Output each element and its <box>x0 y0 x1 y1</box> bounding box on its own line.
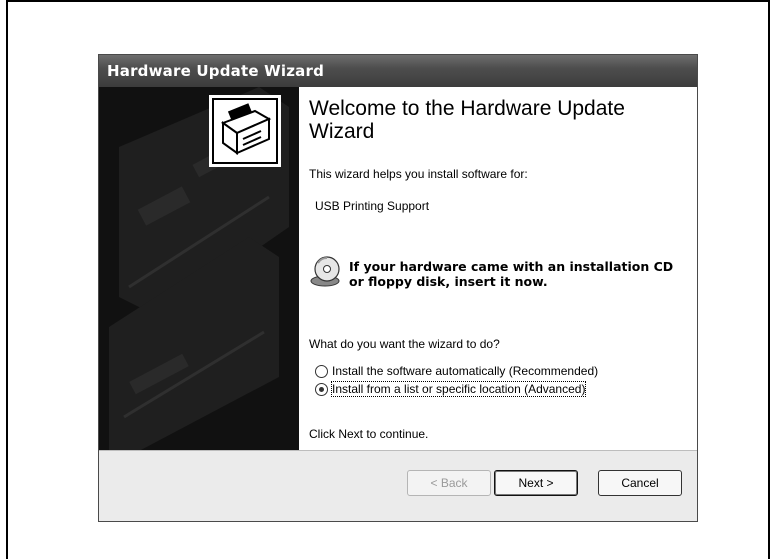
page-frame: Hardware Update Wizard Welcome to the Ha… <box>6 0 770 559</box>
hardware-box-icon <box>209 95 281 167</box>
title-bar[interactable]: Hardware Update Wizard <box>99 55 697 87</box>
wizard-button-bar: < Back Next > Cancel <box>99 450 697 521</box>
radio-advanced[interactable] <box>315 382 328 396</box>
wizard-heading: Welcome to the Hardware Update Wizard <box>309 97 625 143</box>
option-automatic[interactable]: Install the software automatically (Reco… <box>315 363 598 379</box>
device-name: USB Printing Support <box>315 199 430 213</box>
cd-drive-icon <box>310 256 340 287</box>
option-advanced[interactable]: Install from a list or specific location… <box>315 381 587 397</box>
option-automatic-label: Install the software automatically (Reco… <box>332 364 599 378</box>
cancel-button[interactable]: Cancel <box>598 470 682 496</box>
cd-notice-line2: or floppy disk, insert it now. <box>349 274 548 289</box>
window-title: Hardware Update Wizard <box>107 62 325 80</box>
cd-notice-line1: If your hardware came with an installati… <box>349 259 674 274</box>
option-advanced-label: Install from a list or specific location… <box>330 381 587 397</box>
wizard-window: Hardware Update Wizard Welcome to the Ha… <box>98 54 698 522</box>
question-text: What do you want the wizard to do? <box>309 337 500 351</box>
radio-automatic[interactable] <box>315 364 328 378</box>
next-button[interactable]: Next > <box>494 470 578 496</box>
continue-hint: Click Next to continue. <box>309 427 429 441</box>
back-button[interactable]: < Back <box>407 470 491 496</box>
intro-text: This wizard helps you install software f… <box>309 167 528 181</box>
wizard-side-panel <box>99 87 299 451</box>
cd-notice: If your hardware came with an installati… <box>349 259 673 289</box>
wizard-content: Welcome to the Hardware Update Wizard Th… <box>299 87 697 451</box>
